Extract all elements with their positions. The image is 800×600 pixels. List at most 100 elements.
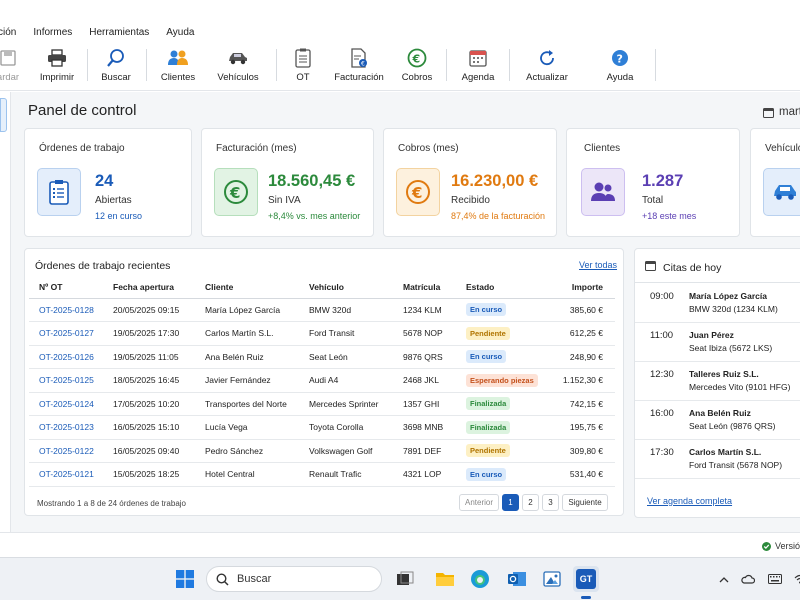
cobros-button[interactable]: € Cobros bbox=[402, 47, 432, 87]
euro-icon: € bbox=[396, 168, 440, 216]
photos-icon[interactable] bbox=[539, 566, 565, 592]
ot-number[interactable]: OT-2025-0127 bbox=[29, 321, 103, 346]
card-ordenes[interactable]: Órdenes de trabajo 24 Abiertas 12 en cur… bbox=[24, 128, 192, 237]
windows-start-icon[interactable] bbox=[172, 566, 198, 592]
col-header[interactable]: Cliente bbox=[195, 277, 299, 299]
ot-button[interactable]: OT bbox=[292, 47, 314, 87]
see-all-link[interactable]: Ver todas bbox=[579, 260, 617, 270]
table-row[interactable]: OT-2025-0126 19/05/2025 11:05 Ana Belén Ru… bbox=[29, 345, 615, 369]
menu-item-herramientas[interactable]: Herramientas bbox=[89, 27, 149, 38]
menu-item-ayuda[interactable]: Ayuda bbox=[166, 27, 194, 38]
appointment-item[interactable]: 11:00 Juan Pérez Seat Ibiza (5672 LKS) bbox=[635, 322, 800, 362]
sidebar-item-selected[interactable] bbox=[0, 98, 7, 132]
amount-cell: 531,40 € bbox=[541, 462, 615, 487]
ayuda-button[interactable]: ? Ayuda bbox=[606, 47, 634, 87]
gt-app-icon[interactable]: GT bbox=[573, 566, 599, 592]
vehicle-cell: Toyota Corolla bbox=[299, 415, 393, 440]
save-icon bbox=[0, 47, 19, 69]
svg-text:€: € bbox=[411, 184, 422, 202]
buscar-button[interactable]: Buscar bbox=[101, 47, 131, 87]
chevron-up-icon[interactable] bbox=[711, 566, 737, 592]
facturacion-button[interactable]: € Facturación bbox=[334, 47, 384, 87]
table-row[interactable]: OT-2025-0124 17/05/2025 10:20 Transportes … bbox=[29, 392, 615, 416]
table-row[interactable]: OT-2025-0128 20/05/2025 09:15 María López … bbox=[29, 298, 615, 322]
col-header[interactable]: Fecha apertura bbox=[103, 277, 195, 299]
table-row[interactable]: OT-2025-0121 15/05/2025 18:25 Hotel Centra… bbox=[29, 462, 615, 487]
appointment-client: Juan Pérez bbox=[689, 330, 734, 340]
table-row[interactable]: OT-2025-0125 18/05/2025 16:45 Javier Ferná… bbox=[29, 368, 615, 393]
pager-page-1[interactable]: 1 bbox=[502, 494, 519, 511]
page-title: Panel de control bbox=[28, 102, 137, 119]
edge-browser-icon[interactable] bbox=[467, 566, 493, 592]
status-cell: En curso bbox=[456, 298, 541, 322]
taskbar-search[interactable]: Buscar bbox=[206, 566, 382, 592]
pager-prev-button[interactable]: Anterior bbox=[459, 494, 499, 511]
svg-text:€: € bbox=[412, 53, 421, 66]
ot-number[interactable]: OT-2025-0124 bbox=[29, 392, 103, 416]
col-header[interactable]: Importe bbox=[541, 277, 615, 299]
appointment-vehicle: Seat León (9876 QRS) bbox=[689, 421, 776, 431]
table-row[interactable]: OT-2025-0127 19/05/2025 17:30 Carlos Martí… bbox=[29, 321, 615, 346]
ot-number[interactable]: OT-2025-0122 bbox=[29, 439, 103, 463]
search-icon bbox=[216, 572, 229, 586]
magnifier-icon bbox=[105, 47, 127, 69]
card-clientes[interactable]: Clientes 1.287 Total +18 este mes bbox=[566, 128, 740, 237]
appointments-title: Citas de hoy bbox=[663, 262, 722, 274]
col-header[interactable]: Estado bbox=[456, 277, 541, 299]
keyboard-icon[interactable] bbox=[762, 566, 788, 592]
cloud-icon[interactable] bbox=[735, 566, 761, 592]
col-header[interactable]: Vehículo bbox=[299, 277, 393, 299]
ot-number[interactable]: OT-2025-0123 bbox=[29, 415, 103, 440]
vehicle-cell: Mercedes Sprinter bbox=[299, 392, 393, 416]
check-circle-icon bbox=[762, 541, 771, 551]
task-view-icon[interactable] bbox=[392, 566, 418, 592]
date-cell: 18/05/2025 16:45 bbox=[103, 368, 195, 393]
table-row[interactable]: OT-2025-0122 16/05/2025 09:40 Pedro Sánche… bbox=[29, 439, 615, 463]
agenda-button[interactable]: Agenda bbox=[462, 47, 494, 87]
card-vehiculos[interactable]: Vehículo bbox=[750, 128, 800, 237]
orders-title: Órdenes de trabajo recientes bbox=[35, 260, 171, 272]
status-badge: En curso bbox=[466, 303, 507, 317]
vehicle-cell: Audi A4 bbox=[299, 368, 393, 393]
table-row[interactable]: OT-2025-0123 16/05/2025 15:10 Lucía Vega To… bbox=[29, 415, 615, 440]
appointment-item[interactable]: 17:30 Carlos Martín S.L. Ford Transit (567… bbox=[635, 439, 800, 479]
plate-cell: 4321 LOP bbox=[393, 462, 456, 487]
menu-item-informes[interactable]: Informes bbox=[33, 27, 72, 38]
orders-table: Nº OT Fecha apertura Cliente Vehículo Ma… bbox=[29, 277, 615, 487]
ot-number[interactable]: OT-2025-0121 bbox=[29, 462, 103, 487]
file-explorer-icon[interactable] bbox=[432, 566, 458, 592]
guardar-button[interactable]: ardar bbox=[0, 47, 24, 87]
imprimir-button[interactable]: Imprimir bbox=[38, 47, 76, 87]
card-facturacion[interactable]: Facturación (mes) € 18.560,45 € Sin IVA … bbox=[201, 128, 374, 237]
toolbar-separator bbox=[446, 49, 447, 81]
menu-item-archivo[interactable]: ción bbox=[0, 27, 16, 38]
appointment-item[interactable]: 09:00 María López García BMW 320d (1234 KL… bbox=[635, 283, 800, 323]
status-cell: Finalizada bbox=[456, 415, 541, 440]
pager-page-2[interactable]: 2 bbox=[522, 494, 539, 511]
appointments-panel: Citas de hoy 09:00 María López García BMW … bbox=[634, 248, 800, 518]
col-header[interactable]: Matrícula bbox=[393, 277, 456, 299]
pager-page-3[interactable]: 3 bbox=[542, 494, 559, 511]
ot-number[interactable]: OT-2025-0126 bbox=[29, 345, 103, 369]
appointment-item[interactable]: 16:00 Ana Belén Ruiz Seat León (9876 QRS) bbox=[635, 400, 800, 440]
full-agenda-link[interactable]: Ver agenda completa bbox=[647, 496, 732, 506]
ot-number[interactable]: OT-2025-0128 bbox=[29, 298, 103, 322]
vehicle-cell: Renault Trafic bbox=[299, 462, 393, 487]
version-status: Versión bbox=[762, 541, 800, 551]
vehiculos-button[interactable]: Vehículos bbox=[217, 47, 259, 87]
clientes-button[interactable]: Clientes bbox=[159, 47, 197, 87]
menu-bar: ción Informes Herramientas Ayuda bbox=[0, 23, 800, 41]
plate-cell: 5678 NOP bbox=[393, 321, 456, 346]
outlook-icon[interactable] bbox=[504, 566, 530, 592]
pager-next-button[interactable]: Siguiente bbox=[562, 494, 608, 511]
help-icon: ? bbox=[609, 47, 631, 69]
date-display: mart bbox=[763, 106, 800, 118]
appointment-item[interactable]: 12:30 Talleres Ruiz S.L. Mercedes Vito (91… bbox=[635, 361, 800, 401]
actualizar-button[interactable]: Actualizar bbox=[526, 47, 568, 87]
refresh-icon bbox=[536, 47, 558, 69]
ot-number[interactable]: OT-2025-0125 bbox=[29, 368, 103, 393]
wifi-icon[interactable] bbox=[787, 566, 800, 592]
card-cobros[interactable]: Cobros (mes) € 16.230,00 € Recibido 87,4… bbox=[383, 128, 557, 237]
clipboard-icon bbox=[292, 47, 314, 69]
col-header[interactable]: Nº OT bbox=[29, 277, 103, 299]
